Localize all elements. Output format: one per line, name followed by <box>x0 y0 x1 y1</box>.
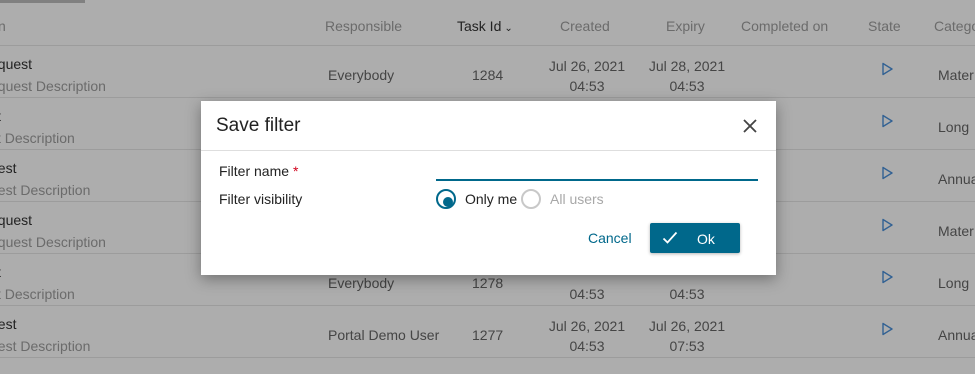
filter-name-label-text: Filter name <box>219 163 290 179</box>
radio-only-me-label[interactable]: Only me <box>465 191 517 207</box>
check-icon <box>662 231 678 244</box>
radio-only-me-circle[interactable] <box>436 189 456 209</box>
dialog-header: Save filter <box>201 101 776 151</box>
cancel-button[interactable]: Cancel <box>588 227 632 249</box>
filter-name-input[interactable] <box>436 159 758 181</box>
radio-selected-dot <box>443 197 453 207</box>
radio-all-users-circle[interactable] <box>521 189 541 209</box>
filter-name-label: Filter name * <box>219 163 298 179</box>
ok-button-label: Ok <box>697 231 715 247</box>
filter-visibility-label: Filter visibility <box>219 191 303 207</box>
close-icon <box>743 119 757 133</box>
save-filter-dialog: Save filter Filter name * Filter visibili… <box>201 101 776 275</box>
ok-button[interactable]: Ok <box>650 223 740 253</box>
close-button[interactable] <box>740 116 760 136</box>
radio-all-users-label[interactable]: All users <box>550 191 604 207</box>
required-marker: * <box>293 163 299 179</box>
dialog-title: Save filter <box>216 115 301 136</box>
